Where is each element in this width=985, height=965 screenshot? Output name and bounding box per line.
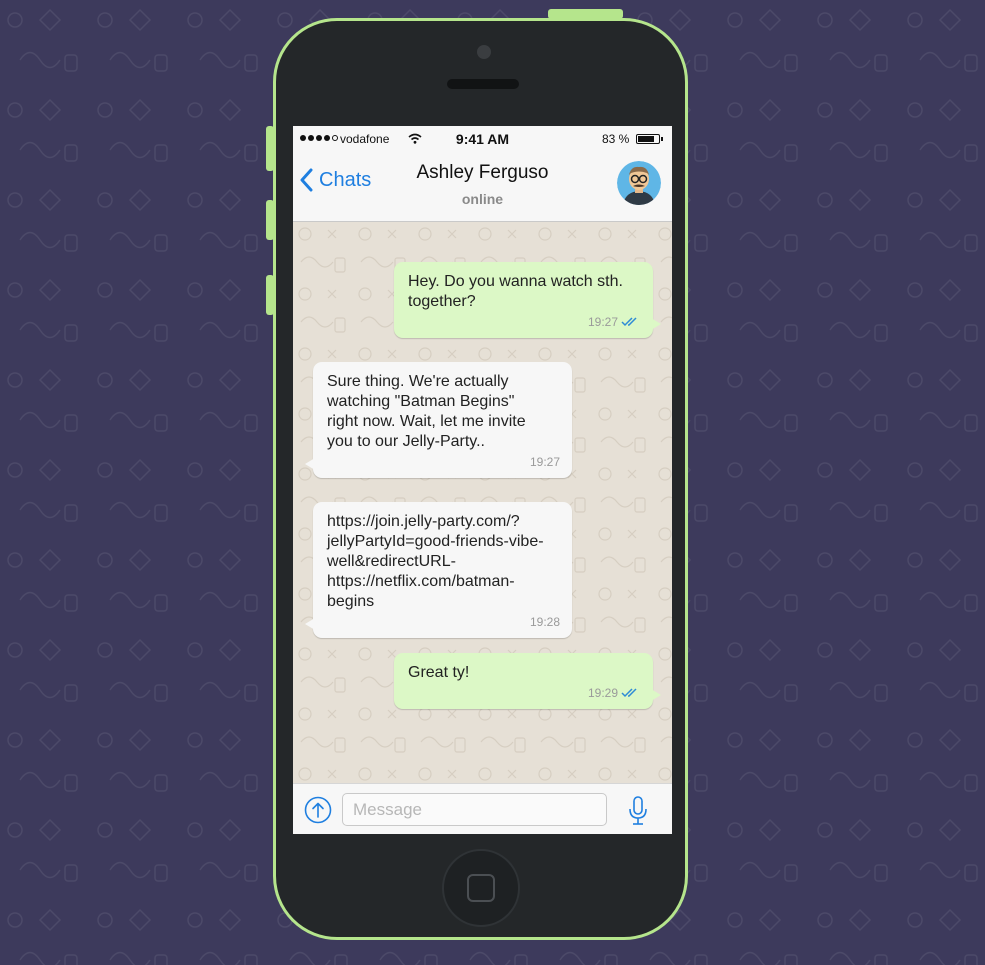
message-time: 19:28: [529, 615, 560, 629]
upload-arrow-icon[interactable]: [304, 796, 332, 824]
double-check-icon: [621, 688, 637, 698]
message-time: 19:27: [587, 315, 618, 329]
double-check-icon: [621, 317, 637, 327]
home-button[interactable]: [442, 849, 520, 927]
message-bubble-outgoing[interactable]: Great ty! 19:29: [394, 653, 661, 709]
message-bubble-outgoing[interactable]: Hey. Do you wanna watch sth. together? 1…: [394, 262, 661, 338]
message-input[interactable]: [342, 793, 607, 826]
conversation-area[interactable]: Hey. Do you wanna watch sth. together? 1…: [293, 222, 672, 783]
message-text: Great ty!: [408, 664, 470, 681]
message-time: 19:29: [587, 686, 618, 700]
front-camera: [477, 45, 491, 59]
contact-avatar[interactable]: [617, 161, 661, 205]
status-bar: vodafone 9:41 AM 83 %: [293, 126, 672, 152]
contact-name: Ashley Ferguso: [416, 162, 549, 183]
earpiece-speaker: [447, 79, 519, 89]
chat-header: Chats Ashley Ferguso online: [293, 152, 672, 222]
message-text: Hey. Do you wanna watch sth. together?: [408, 273, 623, 310]
message-text: Sure thing. We're actually watching "Bat…: [327, 373, 526, 450]
microphone-icon[interactable]: [628, 796, 648, 826]
message-link-text[interactable]: https://join.jelly-party.com/? jellyPart…: [327, 512, 558, 612]
message-bubble-incoming[interactable]: https://join.jelly-party.com/? jellyPart…: [305, 502, 572, 638]
message-composer: [293, 783, 672, 834]
phone-screen: vodafone 9:41 AM 83 % Chats Ashley Fergu…: [293, 126, 672, 834]
battery-icon: [636, 134, 663, 144]
message-time: 19:27: [529, 455, 560, 469]
battery-percentage: 83 %: [602, 132, 630, 146]
message-bubble-incoming[interactable]: Sure thing. We're actually watching "Bat…: [305, 362, 572, 478]
contact-status: online: [461, 191, 504, 207]
home-square-icon: [467, 874, 495, 902]
